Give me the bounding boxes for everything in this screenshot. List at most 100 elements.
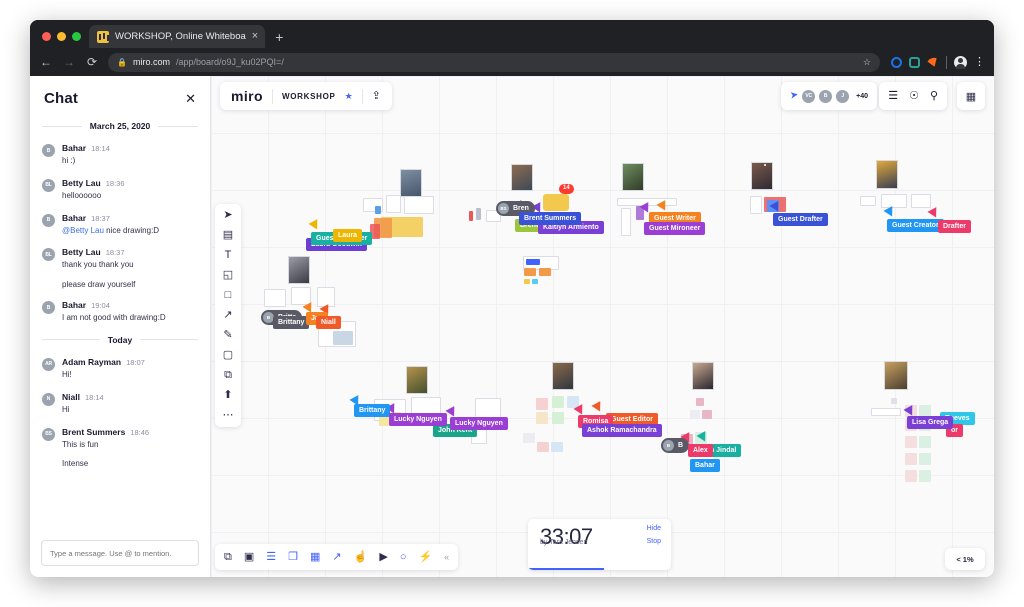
mention-link[interactable]: @Betty Lau: [62, 226, 104, 235]
chat-message-list[interactable]: March 25, 2020 B Bahar 18:14 hi :) BL Be…: [30, 117, 210, 532]
participant-photo: [622, 163, 644, 191]
forward-icon[interactable]: →: [62, 56, 76, 68]
back-icon[interactable]: ←: [39, 56, 53, 68]
notes-panel-button[interactable]: ▦: [957, 82, 985, 110]
message-text-followup: Intense: [62, 459, 89, 469]
video-icon[interactable]: ▶: [379, 551, 387, 563]
window-controls[interactable]: [40, 32, 89, 48]
close-window-button[interactable]: [42, 32, 51, 41]
browser-window: WORKSHOP, Online Whiteboa × + ← → ⟳ 🔒 mi…: [30, 20, 994, 577]
message-header: Bahar 19:04: [62, 300, 198, 310]
board-widget: [690, 410, 700, 419]
chat-title: Chat: [44, 90, 79, 107]
template-tool[interactable]: ▤: [223, 230, 233, 241]
whiteboard-canvas[interactable]: 14 BS Bren B B B Laura Guest Brent Summe…: [211, 76, 994, 577]
message-author: Adam Rayman: [62, 356, 122, 367]
message-text: This is fun: [62, 439, 99, 449]
timer-progress-bar: [528, 568, 604, 570]
timer-hide-button[interactable]: Hide: [647, 525, 661, 532]
notes-panel-icon[interactable]: ▦: [966, 90, 976, 103]
timer-icon[interactable]: ○: [400, 551, 407, 563]
help-icon[interactable]: ☉: [909, 90, 919, 102]
more-tools[interactable]: ⋯: [223, 410, 234, 421]
participant-photo: [751, 162, 773, 190]
chat-message: BL Betty Lau 18:37 thank you thank you p…: [42, 247, 198, 289]
message-time: 18:07: [126, 357, 145, 367]
extension-orange-arrow-icon[interactable]: [925, 55, 941, 69]
board-widget: [526, 259, 540, 265]
message-body: Brent Summers 18:46 This is fun Intense: [62, 427, 198, 469]
url-input[interactable]: 🔒 miro.com /app/board/o9J_ku02PQI=/ ☆: [108, 52, 880, 72]
collapse-icon[interactable]: «: [444, 552, 449, 562]
collaborator-nametag: Guest Creator: [887, 219, 944, 233]
board-widget: [539, 268, 551, 276]
notification-badge: 14: [559, 184, 574, 194]
avatar: B: [42, 144, 55, 157]
profile-avatar-icon[interactable]: [954, 55, 967, 69]
presence-avatar[interactable]: J: [836, 89, 850, 103]
message-text-followup: please draw yourself: [62, 280, 136, 290]
chat-icon[interactable]: ☰: [266, 551, 276, 563]
extension-blue-circle-icon[interactable]: [891, 56, 902, 68]
bookmark-star-icon[interactable]: ☆: [863, 57, 871, 68]
browser-menu-icon[interactable]: ⋮: [974, 56, 985, 68]
collaborator-nametag: Drafter: [938, 220, 971, 234]
search-icon[interactable]: ⚲: [930, 90, 938, 102]
screenshare-icon[interactable]: ❐: [288, 551, 298, 563]
board-widget: [264, 289, 286, 307]
chat-input[interactable]: [41, 540, 199, 566]
thumbsup-icon[interactable]: ☝: [354, 551, 368, 563]
board-header-bar: miro WORKSHOP ★ ⇪: [220, 82, 392, 110]
chat-message: B Bahar 18:14 hi :): [42, 143, 198, 167]
presence-avatar[interactable]: VC: [802, 89, 816, 103]
message-author: Niall: [62, 391, 80, 402]
extension-teal-circle-icon[interactable]: [909, 56, 920, 68]
board-widget: [524, 279, 530, 284]
shape-tool[interactable]: □: [225, 290, 232, 301]
message-text: thank you thank you: [62, 260, 134, 270]
timer-stop-button[interactable]: Stop: [647, 538, 661, 545]
sticky-note-tool[interactable]: ◱: [223, 270, 233, 281]
collaborator-nametag: Laura: [333, 229, 363, 243]
new-tab-icon[interactable]: +: [265, 30, 291, 48]
avatar: B: [42, 301, 55, 315]
url-host: miro.com: [132, 57, 170, 67]
sliders-icon[interactable]: ☰: [888, 90, 898, 102]
avatar: B: [663, 440, 674, 451]
upload-tool[interactable]: ⬆: [223, 390, 232, 401]
pen-tool[interactable]: ✎: [223, 330, 232, 341]
frame-tool[interactable]: ⧉: [224, 370, 232, 381]
board-widget: [905, 470, 917, 482]
message-header: Betty Lau 18:36: [62, 178, 198, 188]
presence-cursor-icon[interactable]: ➤: [789, 89, 799, 101]
text-tool[interactable]: T: [225, 250, 232, 261]
miro-logo[interactable]: miro: [231, 88, 263, 104]
presentation-icon[interactable]: ▣: [244, 551, 254, 563]
board-widget: [696, 398, 704, 406]
timer-widget: 33:07 Hide by Tara Jensen Stop: [528, 519, 671, 570]
frames-icon[interactable]: ⧉: [224, 551, 232, 563]
export-icon[interactable]: ↗: [332, 551, 341, 563]
presence-overflow-count[interactable]: +40: [856, 93, 868, 100]
participant-photo: [692, 362, 714, 390]
apps-toolbar: ⧉ ▣ ☰ ❐ ▦ ↗ ☝ ▶ ○ ⚡ «: [215, 544, 459, 570]
close-chat-icon[interactable]: ✕: [185, 92, 196, 105]
collaborator-nametag: Ashok Ramachandra: [582, 424, 662, 438]
browser-tab[interactable]: WORKSHOP, Online Whiteboa ×: [89, 25, 266, 48]
star-icon[interactable]: ★: [345, 91, 353, 102]
board-title[interactable]: WORKSHOP: [282, 92, 336, 101]
select-tool[interactable]: ➤: [223, 210, 232, 221]
upload-share-icon[interactable]: ⇪: [372, 90, 381, 102]
close-tab-icon[interactable]: ×: [252, 31, 258, 42]
maximize-window-button[interactable]: [72, 32, 81, 41]
minimize-window-button[interactable]: [57, 32, 66, 41]
voting-icon[interactable]: ⚡: [418, 551, 432, 563]
presence-avatar[interactable]: B: [819, 89, 833, 103]
participant-photo: [511, 164, 533, 191]
connector-tool[interactable]: ↗: [223, 310, 232, 321]
zoom-level-badge[interactable]: < 1%: [945, 548, 985, 570]
comment-tool[interactable]: ▢: [223, 350, 233, 361]
reload-icon[interactable]: ⟳: [85, 56, 99, 68]
board-widget: [523, 433, 535, 443]
cards-icon[interactable]: ▦: [310, 551, 320, 563]
